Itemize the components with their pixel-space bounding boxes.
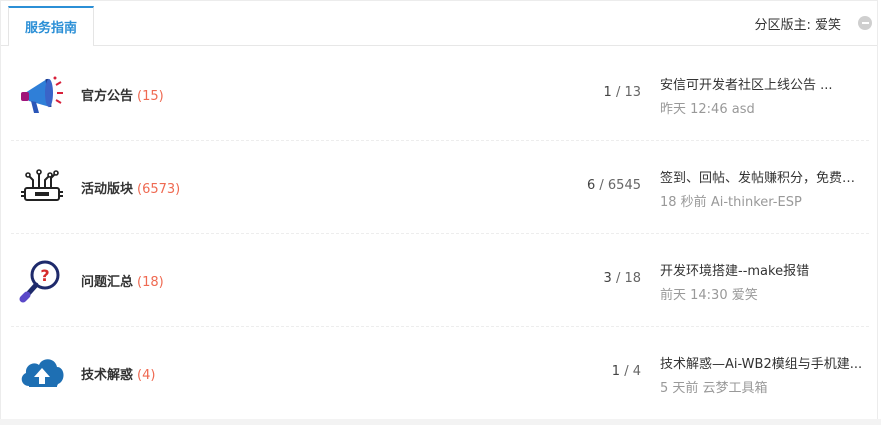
question-magnifier-icon[interactable]: ? bbox=[17, 255, 67, 305]
last-post-time[interactable]: 前天 14:30 bbox=[660, 288, 728, 303]
thread-post-stats: 1 / 13 bbox=[604, 85, 641, 100]
last-post-title[interactable]: 开发环境搭建--make报错 bbox=[660, 260, 865, 279]
last-post-meta: 5 天前 云梦工具箱 bbox=[660, 377, 865, 396]
moderator-info: 分区版主: 爱笑 bbox=[754, 14, 841, 33]
bottom-divider bbox=[0, 419, 881, 425]
thread-post-stats: 3 / 18 bbox=[604, 271, 641, 286]
today-count: (6573) bbox=[137, 182, 181, 197]
forum-link[interactable]: 活动版块 bbox=[81, 182, 133, 197]
thread-count: 6 bbox=[586, 178, 596, 193]
cloud-upload-icon[interactable] bbox=[17, 348, 67, 398]
last-post-user[interactable]: 云梦工具箱 bbox=[703, 381, 768, 396]
last-post: 签到、回帖、发帖赚积分，免费兑 ... 18 秒前 Ai-thinker-ESP bbox=[660, 167, 865, 210]
last-post-time[interactable]: 5 天前 bbox=[660, 381, 698, 396]
megaphone-icon[interactable] bbox=[17, 69, 67, 119]
thread-count: 1 bbox=[611, 364, 621, 379]
today-count: (15) bbox=[137, 89, 164, 104]
post-count: 6545 bbox=[607, 178, 641, 193]
last-post-meta: 前天 14:30 爱笑 bbox=[660, 284, 865, 303]
today-count: (4) bbox=[137, 368, 156, 383]
forum-title: 活动版块 (6573) bbox=[81, 178, 180, 197]
forum-row: 活动版块 (6573) 6 / 6545 签到、回帖、发帖赚积分，免费兑 ... … bbox=[11, 140, 869, 234]
forum-title: 官方公告 (15) bbox=[81, 85, 164, 104]
forum-link[interactable]: 问题汇总 bbox=[81, 275, 133, 290]
post-count: 13 bbox=[624, 85, 641, 100]
last-post-title[interactable]: 安信可开发者社区上线公告 ... bbox=[660, 74, 865, 93]
last-post-time[interactable]: 18 秒前 bbox=[660, 195, 707, 210]
forum-row: ? 问题汇总 (18) 3 / 18 开发环境搭建--make报错 前天 14:3… bbox=[11, 233, 869, 327]
last-post-time[interactable]: 昨天 12:46 bbox=[660, 102, 728, 117]
last-post-title[interactable]: 签到、回帖、发帖赚积分，免费兑 ... bbox=[660, 167, 865, 186]
last-post: 开发环境搭建--make报错 前天 14:30 爱笑 bbox=[660, 260, 865, 303]
post-count: 18 bbox=[624, 271, 641, 286]
forum-row: 技术解惑 (4) 1 / 4 技术解惑—Ai-WB2模组与手机建... 5 天前 … bbox=[11, 326, 869, 419]
last-post-title[interactable]: 技术解惑—Ai-WB2模组与手机建... bbox=[660, 353, 865, 372]
forum-category-panel: 服务指南 分区版主: 爱笑 官方公告 (15) 1 / 13 安信可开发者社区上… bbox=[0, 0, 878, 420]
forum-title: 问题汇总 (18) bbox=[81, 271, 164, 290]
forum-row: 官方公告 (15) 1 / 13 安信可开发者社区上线公告 ... 昨天 12:4… bbox=[11, 47, 869, 141]
circuit-board-icon[interactable] bbox=[17, 162, 67, 212]
forum-link[interactable]: 技术解惑 bbox=[81, 368, 133, 383]
forum-title: 技术解惑 (4) bbox=[81, 364, 155, 383]
forum-link[interactable]: 官方公告 bbox=[81, 89, 133, 104]
last-post-meta: 昨天 12:46 asd bbox=[660, 98, 865, 117]
stats-separator: / bbox=[599, 178, 608, 193]
today-count: (18) bbox=[137, 275, 164, 290]
thread-count: 3 bbox=[603, 271, 612, 286]
category-header: 服务指南 分区版主: 爱笑 bbox=[1, 1, 877, 46]
last-post-user[interactable]: asd bbox=[732, 102, 755, 117]
svg-text:?: ? bbox=[40, 266, 49, 285]
stats-separator: / bbox=[624, 364, 633, 379]
thread-count: 1 bbox=[603, 85, 612, 100]
tab-label: 服务指南 bbox=[24, 21, 77, 36]
last-post-user[interactable]: 爱笑 bbox=[732, 288, 758, 303]
moderator-label: 分区版主: bbox=[754, 18, 811, 33]
last-post: 安信可开发者社区上线公告 ... 昨天 12:46 asd bbox=[660, 74, 865, 117]
post-count: 4 bbox=[632, 364, 641, 379]
last-post: 技术解惑—Ai-WB2模组与手机建... 5 天前 云梦工具箱 bbox=[660, 353, 865, 396]
thread-post-stats: 6 / 6545 bbox=[587, 178, 641, 193]
last-post-user[interactable]: Ai-thinker-ESP bbox=[711, 195, 802, 210]
last-post-meta: 18 秒前 Ai-thinker-ESP bbox=[660, 191, 865, 210]
thread-post-stats: 1 / 4 bbox=[612, 364, 641, 379]
collapse-icon[interactable] bbox=[858, 16, 872, 30]
moderator-link[interactable]: 爱笑 bbox=[815, 18, 841, 33]
tab-service-guide[interactable]: 服务指南 bbox=[8, 6, 94, 45]
